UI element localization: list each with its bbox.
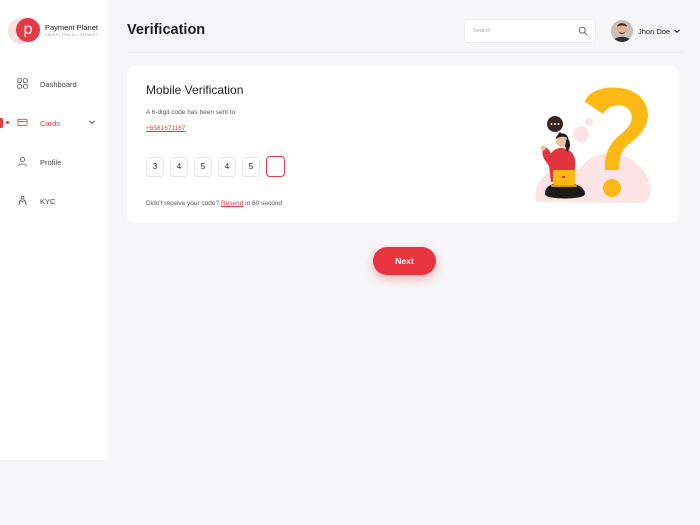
logo-mark: p (8, 18, 40, 44)
resend-timer: in 60 second (243, 200, 283, 207)
sidebar-item-label: Dashboard (40, 80, 77, 89)
active-dot (6, 121, 9, 124)
search-bar[interactable] (464, 19, 596, 43)
code-sent-text: A 6-digit code has been sent to (146, 109, 236, 116)
page-title: Verification (127, 22, 206, 38)
otp-digit-4[interactable]: 4 (218, 157, 236, 177)
sidebar-item-profile[interactable]: Profile (0, 153, 107, 171)
sidebar-item-label: Cards (40, 119, 61, 128)
sidebar-item-kyc[interactable]: KYC (0, 192, 107, 210)
avatar[interactable] (611, 20, 633, 42)
user-icon (18, 156, 27, 167)
resend-link[interactable]: Resend (221, 200, 243, 207)
card-icon (17, 118, 28, 127)
header-divider (127, 52, 682, 53)
search-input[interactable] (473, 25, 573, 37)
logo-letter: p (16, 18, 40, 42)
chevron-down-icon[interactable] (88, 118, 96, 126)
question-illustration (535, 87, 651, 203)
resend-prompt: Didn't receive your code? (146, 200, 220, 207)
grid-icon (17, 78, 28, 89)
verification-card: Mobile Verification A 6-digit code has b… (127, 66, 679, 223)
sidebar-item-label: KYC (40, 197, 56, 206)
user-menu[interactable]: Jhon Doe (611, 20, 686, 42)
otp-digit-1[interactable]: 3 (146, 157, 164, 177)
search-icon[interactable] (578, 26, 588, 36)
kyc-icon (18, 195, 27, 206)
brand-tagline: CARDS | TRAVEL | PAYMENT (45, 33, 98, 37)
user-name: Jhon Doe (638, 27, 671, 36)
otp-digit-3[interactable]: 5 (194, 157, 212, 177)
next-button[interactable]: Next (373, 247, 436, 275)
brand-name: Payment Planet (45, 23, 98, 32)
brand-logo[interactable]: p Payment Planet CARDS | TRAVEL | PAYMEN… (8, 17, 103, 45)
sidebar: p Payment Planet CARDS | TRAVEL | PAYMEN… (0, 0, 107, 460)
chevron-down-icon[interactable] (673, 27, 681, 35)
otp-digit-6[interactable] (266, 156, 285, 177)
resend-row: Didn't receive your code? Resend in 60 s… (146, 200, 282, 207)
otp-digit-5[interactable]: 5 (242, 157, 260, 177)
active-indicator (0, 118, 3, 128)
sidebar-item-label: Profile (40, 158, 62, 167)
sidebar-item-cards[interactable]: Cards (0, 114, 107, 132)
sidebar-item-dashboard[interactable]: Dashboard (0, 75, 107, 93)
otp-digit-2[interactable]: 4 (170, 157, 188, 177)
card-title: Mobile Verification (146, 83, 244, 97)
phone-number-link[interactable]: +6581671167 (146, 125, 185, 132)
